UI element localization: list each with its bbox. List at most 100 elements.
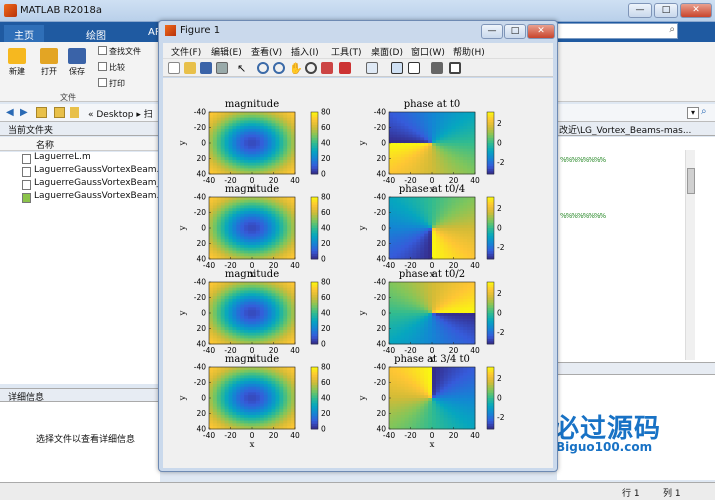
scroll-thumb[interactable] xyxy=(687,168,695,194)
tab-home[interactable]: 主页 xyxy=(4,25,44,42)
new-button[interactable]: 新建 xyxy=(8,48,26,77)
close-button[interactable]: ✕ xyxy=(680,3,712,18)
heatmap-cell xyxy=(400,406,406,410)
heatmap-cell xyxy=(252,315,257,320)
menu-view[interactable]: 查看(V) xyxy=(251,45,282,58)
dropdown-icon[interactable]: ▾ xyxy=(687,107,699,119)
search-icon[interactable]: ⌕ xyxy=(669,24,675,35)
heatmap-cell xyxy=(428,282,433,286)
list-item[interactable]: LaguerreGaussVortexBeam_... xyxy=(0,178,160,191)
colorbar-segment xyxy=(487,318,494,322)
heatmap-cell xyxy=(252,414,257,419)
legend-icon[interactable] xyxy=(408,62,420,74)
heatmap-cell xyxy=(443,134,449,138)
up-folder-icon[interactable] xyxy=(36,107,47,118)
colorbar-icon[interactable] xyxy=(391,62,403,74)
figure-minimize-button[interactable]: — xyxy=(481,24,503,39)
tab-plots[interactable]: 绘图 xyxy=(76,25,116,42)
heatmap-cell xyxy=(259,367,265,371)
open-button[interactable]: 打开 xyxy=(40,48,58,77)
heatmap-cell xyxy=(212,205,218,209)
list-item[interactable]: LaguerreL.m xyxy=(0,152,160,165)
heatmap-cell xyxy=(463,412,468,416)
heatmap-cell xyxy=(287,332,292,336)
heatmap-cell xyxy=(459,298,464,303)
browse-folder-icon[interactable] xyxy=(54,107,65,118)
heatmap-cell xyxy=(420,148,425,152)
save-button[interactable]: 保存 xyxy=(68,48,86,77)
print-icon[interactable] xyxy=(216,62,228,74)
find-files-button[interactable]: 查找文件 xyxy=(98,46,141,57)
figure-canvas[interactable]: magnitude -40 -20 0 20 40 -40 -20 0 20 40 x y 0 20 40 60… xyxy=(163,78,553,468)
heatmap-cell xyxy=(392,304,398,308)
heatmap-cell xyxy=(267,367,272,371)
heatmap-cell xyxy=(443,327,449,331)
list-item[interactable]: LaguerreGaussVortexBeam.m xyxy=(0,165,160,178)
list-item[interactable]: LaguerreGaussVortexBeam.... xyxy=(0,191,160,204)
show-plot-tools-icon[interactable] xyxy=(449,62,461,74)
menu-file[interactable]: 文件(F) xyxy=(171,45,201,58)
brush-icon[interactable] xyxy=(339,62,351,74)
editor-scrollbar[interactable] xyxy=(685,150,695,360)
save-icon[interactable] xyxy=(200,62,212,74)
data-cursor-icon[interactable] xyxy=(321,62,333,74)
heatmap-cell xyxy=(263,386,269,390)
new-figure-icon[interactable] xyxy=(168,62,180,74)
menu-window[interactable]: 窗口(W) xyxy=(411,45,445,58)
colorbar-tick-label: 60 xyxy=(321,293,331,302)
heatmap-cell xyxy=(439,282,445,286)
heatmap-cell xyxy=(279,315,284,320)
heatmap-cell xyxy=(443,197,449,201)
menu-help[interactable]: 帮助(H) xyxy=(453,45,485,58)
address-bar[interactable]: ◀ ▶ « Desktop ▸ 扫 xyxy=(0,104,160,122)
back-arrow-icon[interactable]: ◀ xyxy=(6,107,14,118)
heatmap-cell xyxy=(224,414,229,419)
heatmap-cell xyxy=(439,202,445,206)
figure-window[interactable]: Figure 1 — □ ✕ 文件(F) 编辑(E) 查看(V) 插入(I) 工… xyxy=(158,20,558,472)
figure-close-button[interactable]: ✕ xyxy=(527,24,555,39)
search-folder-icon[interactable]: ⌕ xyxy=(701,106,707,117)
menu-edit[interactable]: 编辑(E) xyxy=(211,45,242,58)
heatmap-cell xyxy=(283,242,288,246)
menu-insert[interactable]: 插入(I) xyxy=(291,45,319,58)
x-tick-label: 20 xyxy=(269,431,279,440)
heatmap-cell xyxy=(244,378,249,382)
heatmap-cell xyxy=(244,137,249,141)
pointer-icon[interactable]: ↖ xyxy=(237,62,249,75)
heatmap-cell xyxy=(443,114,449,119)
heatmap-cell xyxy=(240,307,245,311)
zoom-out-icon[interactable] xyxy=(273,62,285,74)
link-icon[interactable] xyxy=(366,62,378,74)
figure-titlebar[interactable]: Figure 1 — □ ✕ xyxy=(159,21,557,41)
heatmap-cell xyxy=(459,202,464,206)
heatmap-cell xyxy=(412,137,417,141)
heatmap-cell xyxy=(412,199,417,204)
heatmap-cell xyxy=(408,372,413,376)
heatmap-cell xyxy=(228,159,233,164)
menu-tools[interactable]: 工具(T) xyxy=(331,45,362,58)
pan-icon[interactable]: ✋ xyxy=(289,62,303,75)
heatmap-cell xyxy=(212,148,218,152)
forward-arrow-icon[interactable]: ▶ xyxy=(20,107,28,118)
heatmap-cell xyxy=(439,307,445,311)
heatmap-cell xyxy=(432,313,437,317)
name-column-header[interactable]: 名称 xyxy=(0,137,160,151)
heatmap-cell xyxy=(408,367,413,371)
minimize-button[interactable]: — xyxy=(628,3,652,18)
maximize-button[interactable]: □ xyxy=(654,3,678,18)
print-button[interactable]: 打印 xyxy=(98,78,125,89)
heatmap-cell xyxy=(228,205,233,209)
compare-button[interactable]: 比较 xyxy=(98,62,125,73)
hide-plot-tools-icon[interactable] xyxy=(431,62,443,74)
heatmap-cell xyxy=(275,148,280,152)
editor-tab[interactable]: 改近\LG_Vortex_Beams-mas... xyxy=(557,122,715,136)
rotate-icon[interactable] xyxy=(305,62,317,74)
figure-maximize-button[interactable]: □ xyxy=(504,24,526,39)
open-icon[interactable] xyxy=(184,62,196,74)
zoom-in-icon[interactable] xyxy=(257,62,269,74)
heatmap-cell xyxy=(287,253,292,257)
heatmap-cell xyxy=(404,202,409,206)
heatmap-cell xyxy=(240,315,245,320)
heatmap-cell xyxy=(244,315,249,320)
menu-desktop[interactable]: 桌面(D) xyxy=(371,45,403,58)
